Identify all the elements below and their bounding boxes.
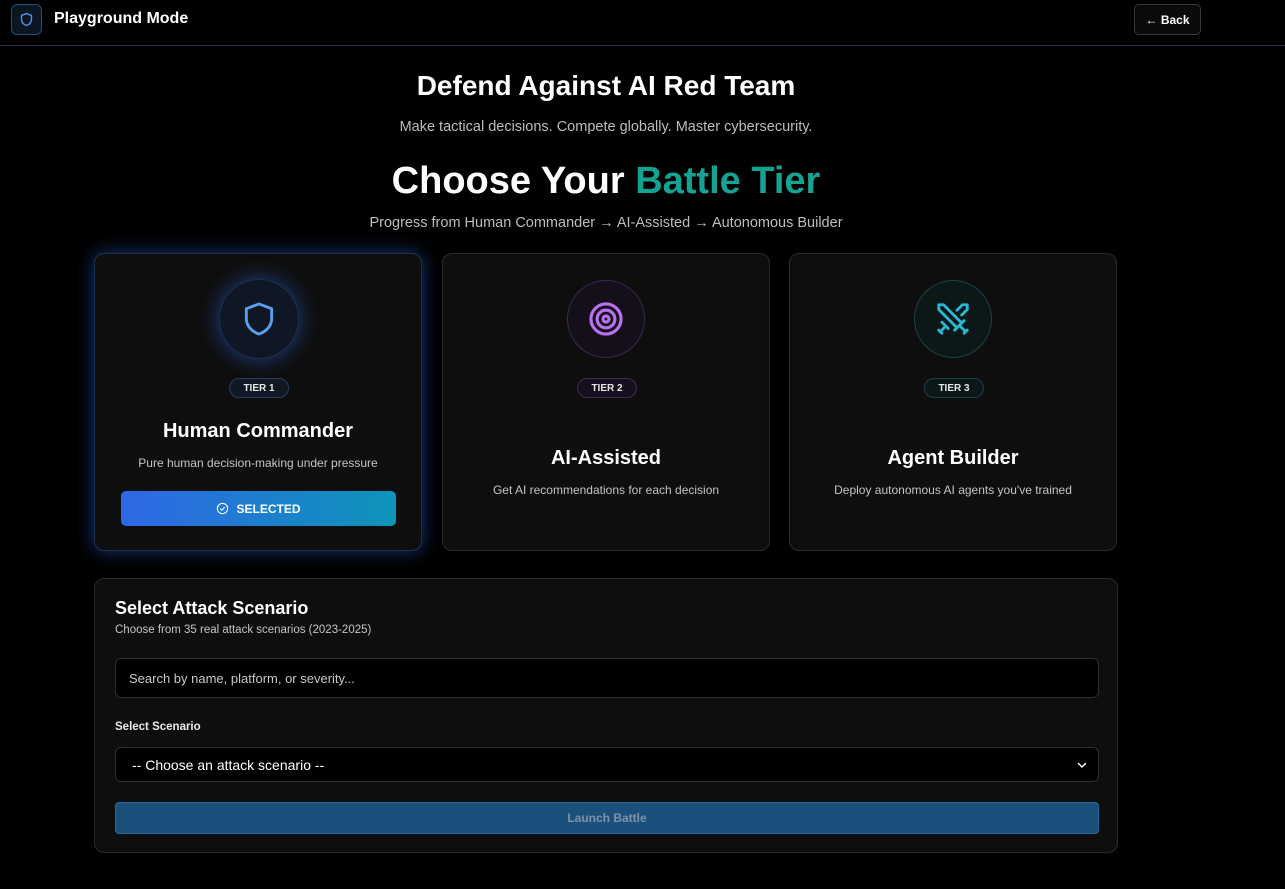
tier-section-title: Choose Your Battle Tier [0, 160, 1212, 203]
tier-badge: TIER 1 [229, 378, 289, 398]
scenario-panel-subtitle: Choose from 35 real attack scenarios (20… [115, 624, 372, 636]
select-scenario-label: Select Scenario [115, 721, 201, 733]
tier-section-subtitle: Progress from Human Commander → AI-Assis… [369, 215, 843, 231]
selected-label: SELECTED [236, 501, 301, 516]
tier-card-human-commander[interactable]: TIER 1 Human Commander Pure human decisi… [94, 253, 422, 551]
check-circle-icon [217, 502, 229, 515]
app-title: Playground Mode [54, 10, 189, 27]
page-title: Defend Against AI Red Team [416, 70, 796, 101]
shield-logo-icon [11, 4, 42, 35]
scenario-panel-title: Select Attack Scenario [115, 598, 309, 618]
tier-description: Deploy autonomous AI agents you've train… [834, 483, 1072, 497]
selected-button[interactable]: SELECTED [121, 491, 396, 526]
tier-card-agent-builder[interactable]: TIER 3 Agent Builder Deploy autonomous A… [789, 253, 1117, 551]
tier-card-ai-assisted[interactable]: TIER 2 AI-Assisted Get AI recommendation… [442, 253, 770, 551]
launch-battle-button[interactable]: Launch Battle [115, 802, 1099, 834]
tier-title-prefix: Choose Your [391, 160, 636, 202]
tier-badge: TIER 3 [924, 378, 984, 398]
crossed-swords-icon [937, 303, 969, 335]
scenario-panel: Select Attack Scenario Choose from 35 re… [94, 578, 1118, 853]
tier-description: Get AI recommendations for each decision [492, 483, 720, 497]
tier-icon-circle [219, 279, 299, 359]
tier-description: Pure human decision-making under pressur… [138, 456, 378, 470]
tier-name: AI-Assisted [550, 447, 662, 469]
tier-name: Human Commander [162, 420, 354, 442]
page-subtitle: Make tactical decisions. Compete globall… [399, 119, 813, 135]
chevron-down-icon [1077, 762, 1087, 768]
tier-name: Agent Builder [887, 447, 1019, 469]
target-icon [589, 302, 623, 336]
tier-badge: TIER 2 [577, 378, 637, 398]
tier-icon-circle [567, 280, 645, 358]
tier-title-accent: Battle Tier [635, 160, 821, 202]
scenario-select-value: -- Choose an attack scenario -- [132, 756, 325, 773]
scenario-search-input[interactable] [115, 658, 1099, 698]
scenario-select[interactable]: -- Choose an attack scenario -- [115, 747, 1099, 782]
back-button[interactable]: ← Back [1134, 4, 1201, 35]
tier-icon-circle [914, 280, 992, 358]
top-bar: Playground Mode ← Back [0, 0, 1285, 46]
shield-icon [244, 302, 274, 336]
